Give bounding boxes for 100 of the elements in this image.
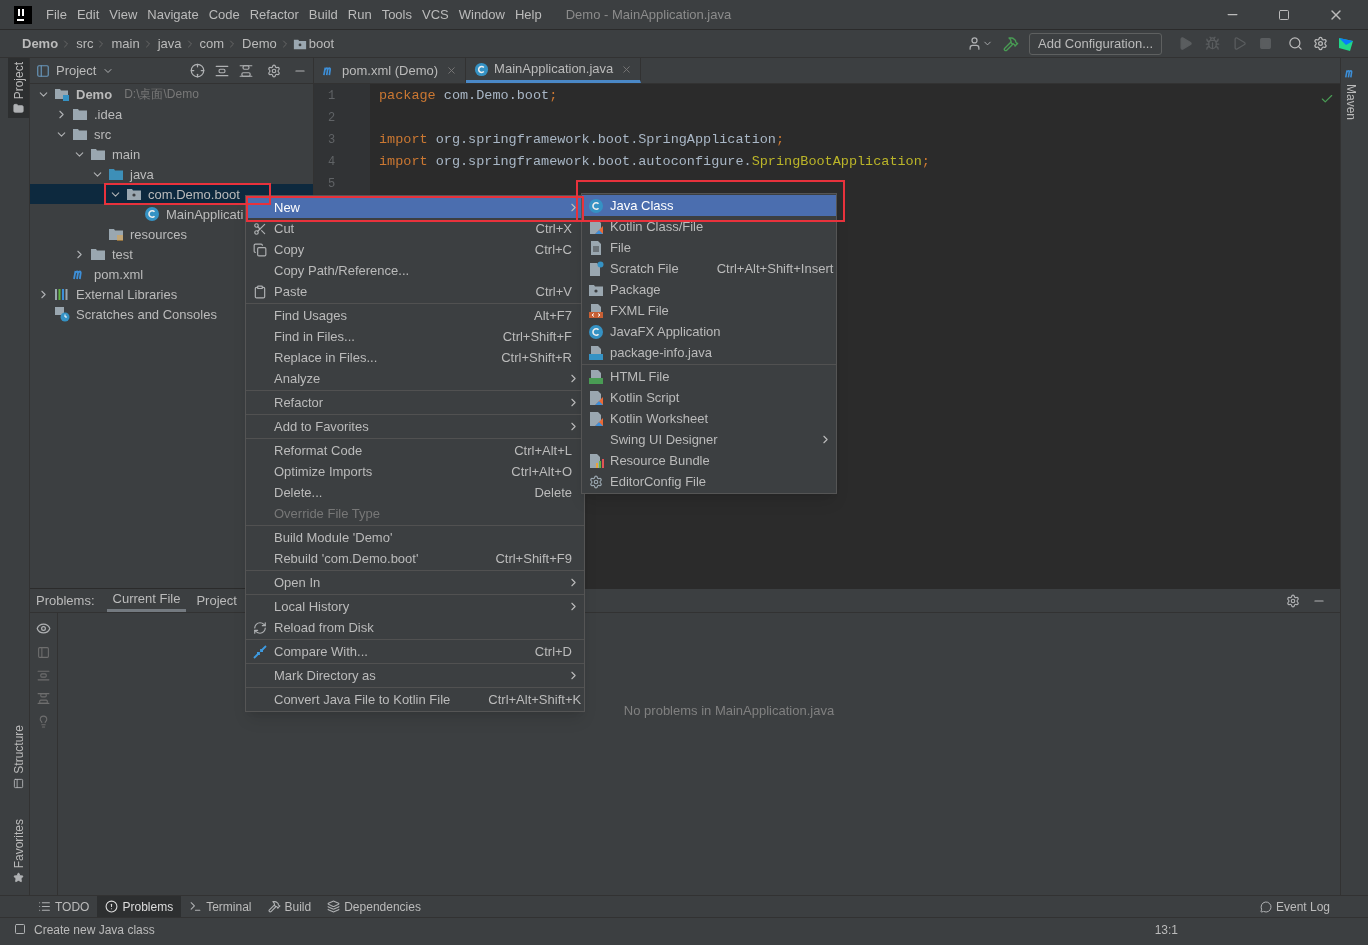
menu-item[interactable]: Mark Directory as	[246, 665, 584, 686]
tool-window-button[interactable]: Build	[259, 896, 320, 917]
menu-item[interactable]: File	[582, 237, 836, 258]
caret-position[interactable]: 13:1	[1154, 921, 1178, 939]
breadcrumb[interactable]: Demo	[22, 33, 59, 54]
tool-window-button[interactable]: Problems	[97, 896, 182, 917]
menu-item[interactable]: Swing UI Designer	[582, 429, 836, 450]
menu-item[interactable]: Optimize Imports Ctrl+Alt+O	[246, 461, 584, 482]
menu-item[interactable]: FXML File	[582, 300, 836, 321]
menu-item[interactable]: Java Class	[582, 195, 836, 216]
menu-item[interactable]: Build Module 'Demo'	[246, 527, 584, 548]
menu-item[interactable]: Local History	[246, 596, 584, 617]
tool-window-tab[interactable]: Maven	[1341, 84, 1360, 121]
menu-bar-item[interactable]: View	[105, 4, 142, 25]
tree-item[interactable]: .idea	[30, 104, 313, 124]
speech-bubble-icon	[1259, 900, 1272, 913]
tree-item[interactable]: src	[30, 124, 313, 144]
menu-item[interactable]: Kotlin Script	[582, 387, 836, 408]
menu-item[interactable]: Delete... Delete	[246, 482, 584, 503]
folder-icon	[90, 146, 106, 162]
menu-item[interactable]: Scratch File Ctrl+Alt+Shift+Insert	[582, 258, 836, 279]
tool-window-button[interactable]: Dependencies	[319, 896, 429, 917]
menu-bar-item[interactable]: Build	[304, 4, 342, 25]
menu-bar-item[interactable]: Navigate	[143, 4, 203, 25]
collapse-all-icon[interactable]	[239, 63, 253, 78]
collapse-all-icon[interactable]	[37, 692, 50, 705]
menu-item[interactable]: Compare With... Ctrl+D	[246, 641, 584, 662]
menu-item[interactable]: Refactor	[246, 392, 584, 413]
menu-item[interactable]: Reformat Code Ctrl+Alt+L	[246, 440, 584, 461]
tool-window-button[interactable]: Terminal	[181, 896, 260, 917]
menu-item[interactable]: package-info.java	[582, 342, 836, 363]
menu-item[interactable]: EditorConfig File	[582, 471, 836, 492]
menu-item[interactable]: Rebuild 'com.Demo.boot' Ctrl+Shift+F9	[246, 548, 584, 569]
list-icon	[38, 900, 51, 913]
tree-item[interactable]: java	[30, 164, 313, 184]
run-configuration-button[interactable]: Add Configuration...	[1029, 32, 1162, 55]
fxml-file-icon	[588, 302, 604, 319]
menu-item[interactable]: JavaFX Application	[582, 321, 836, 342]
menu-item[interactable]: Package	[582, 279, 836, 300]
menu-item[interactable]: Replace in Files... Ctrl+Shift+R	[246, 347, 584, 368]
menu-item[interactable]: HTML File	[582, 366, 836, 387]
editor-tab[interactable]: MainApplication.java	[466, 58, 642, 83]
hammer-icon[interactable]	[1003, 35, 1020, 52]
menu-item[interactable]: Copy Path/Reference...	[246, 260, 584, 281]
breadcrumb[interactable]: src	[76, 33, 94, 54]
menu-bar-item[interactable]: File	[42, 4, 71, 25]
menu-bar-item[interactable]: Refactor	[245, 4, 303, 25]
problems-tab[interactable]: Project	[190, 589, 243, 612]
menu-item[interactable]: Find Usages Alt+F7	[246, 305, 584, 326]
settings-icon[interactable]	[1313, 36, 1328, 51]
preview-icon[interactable]	[37, 646, 50, 659]
menu-bar-item[interactable]: Run	[343, 4, 376, 25]
menu-item[interactable]: Add to Favorites	[246, 416, 584, 437]
menu-bar-item[interactable]: Window	[454, 4, 509, 25]
tree-item[interactable]: main	[30, 144, 313, 164]
close-tab-icon[interactable]	[621, 63, 633, 75]
menu-bar-item[interactable]: Tools	[377, 4, 416, 25]
close-tab-icon[interactable]	[446, 65, 458, 76]
code-line: import org.springframework.boot.autoconfigure.SpringBootApplication;	[379, 154, 930, 169]
menu-item[interactable]: Analyze	[246, 368, 584, 389]
tree-item-label: pom.xml	[94, 266, 144, 282]
menu-bar-item[interactable]: Edit	[72, 4, 104, 25]
expand-all-icon[interactable]	[215, 63, 229, 78]
event-log-button[interactable]: Event Log	[1259, 897, 1330, 916]
breadcrumb[interactable]: com	[199, 33, 225, 54]
settings-icon[interactable]	[267, 63, 281, 78]
tool-window-button[interactable]: TODO	[30, 896, 98, 917]
settings-icon[interactable]	[1286, 593, 1300, 608]
bulb-icon[interactable]	[37, 715, 50, 728]
menu-item[interactable]: Paste Ctrl+V	[246, 281, 584, 302]
scissors-icon	[253, 221, 267, 236]
panel-title[interactable]: Project	[56, 60, 97, 81]
menu-item[interactable]: Convert Java File to Kotlin File Ctrl+Alt+Shift+K	[246, 689, 584, 710]
menu-item[interactable]: Open In	[246, 572, 584, 593]
tree-item-label: Scratches and Consoles	[76, 306, 217, 322]
search-icon[interactable]	[1288, 36, 1303, 51]
menu-item[interactable]: Reload from Disk	[246, 617, 584, 638]
menu-bar-item[interactable]: Help	[510, 4, 546, 25]
breadcrumb[interactable]: Demo	[242, 33, 277, 54]
menu-item[interactable]: Find in Files... Ctrl+Shift+F	[246, 326, 584, 347]
maximize-icon[interactable]	[1278, 8, 1290, 21]
toolbox-logo[interactable]	[1338, 35, 1354, 52]
eye-icon[interactable]	[36, 621, 51, 636]
menu-item[interactable]: Cut Ctrl+X	[246, 218, 584, 239]
menu-item[interactable]: Resource Bundle	[582, 450, 836, 471]
menu-bar-item[interactable]: Code	[204, 4, 244, 25]
menu-item[interactable]: Copy Ctrl+C	[246, 239, 584, 260]
tool-window-tab[interactable]: Favorites	[8, 814, 29, 887]
tool-window-tab[interactable]: Project	[8, 58, 29, 119]
locate-icon[interactable]	[190, 63, 205, 78]
breadcrumb[interactable]: main	[111, 33, 140, 54]
tool-window-tab[interactable]: Structure	[8, 720, 29, 793]
user-icon[interactable]	[967, 36, 983, 51]
breadcrumb[interactable]: java	[157, 33, 182, 54]
menu-item[interactable]: Kotlin Worksheet	[582, 408, 836, 429]
breadcrumb[interactable]: boot	[308, 33, 335, 54]
menu-bar-item[interactable]: VCS	[418, 4, 453, 25]
panel-toggle-icon[interactable]	[14, 923, 26, 935]
folder-icon	[108, 166, 124, 182]
problems-tab[interactable]: Current File	[106, 589, 187, 612]
